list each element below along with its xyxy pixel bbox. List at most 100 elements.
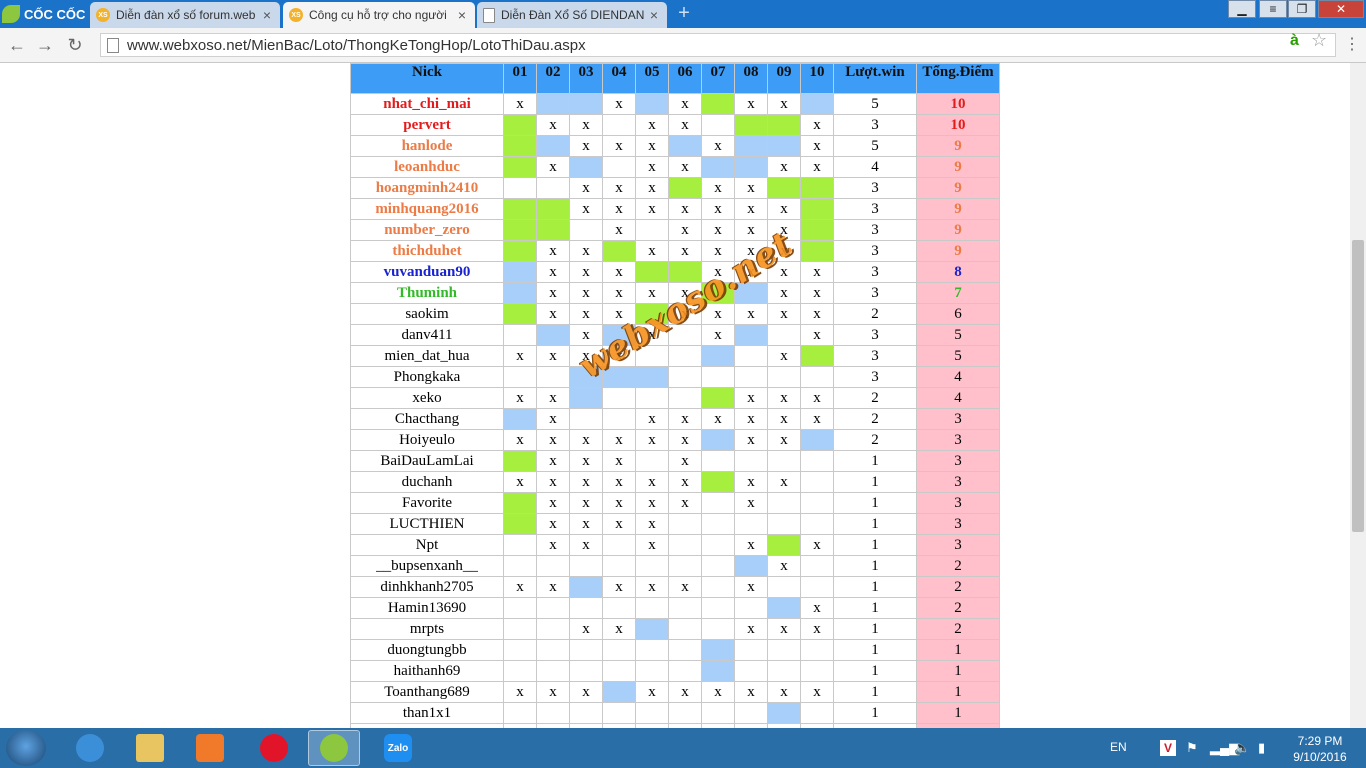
mark-cell: x [668,408,702,430]
mark-cell: x [602,198,636,220]
mark-cell: x [701,324,735,346]
hit-green-cell [734,114,768,136]
mark-cell [503,702,537,724]
mark-cell [701,450,735,472]
mark-cell: x [668,492,702,514]
extension-a-icon[interactable]: à [1290,32,1299,50]
hit-blue-cell [767,702,801,724]
coccoc-icon[interactable] [308,730,360,766]
close-icon[interactable]: × [455,7,469,23]
close-icon[interactable]: × [260,7,274,23]
close-icon[interactable]: × [647,7,661,23]
hit-green-cell [503,513,537,535]
settings-icon[interactable]: ≡ [1259,0,1287,18]
table-row: hoangminh2410 x x x x x 3 9 [350,177,1000,199]
table-row: nhat_chi_mai x x x x x 5 10 [350,93,1000,115]
media-icon[interactable] [184,730,236,766]
mark-cell [668,597,702,619]
url-field[interactable]: www.webxoso.net/MienBac/Loto/ThongKeTong… [100,33,1336,57]
mark-cell: x [668,156,702,178]
mark-cell: x [569,177,603,199]
mark-cell: x [734,681,768,703]
mark-cell: x [635,156,669,178]
hit-blue-cell [701,156,735,178]
zalo-icon[interactable]: Zalo [372,730,424,766]
window-close-icon[interactable]: ✕ [1318,0,1364,18]
mark-cell: x [800,303,834,325]
volume-icon[interactable]: 🔈 [1234,740,1250,756]
start-button[interactable] [6,730,46,766]
mark-cell [602,660,636,682]
ie-icon[interactable] [64,730,116,766]
mark-cell [734,660,768,682]
mark-cell: x [767,387,801,409]
hit-blue-cell [734,156,768,178]
back-icon[interactable]: ← [6,34,28,56]
clock[interactable]: 7:29 PM 9/10/2016 [1282,733,1358,765]
hit-green-cell [503,219,537,241]
mark-cell: x [701,240,735,262]
mark-cell: x [767,555,801,577]
nick-cell: minhquang2016 [350,198,504,220]
flag-icon[interactable]: ⚑ [1186,740,1198,756]
hit-green-cell [503,450,537,472]
mark-cell: x [635,429,669,451]
mark-cell: x [536,450,570,472]
mark-cell: x [668,198,702,220]
nick-cell: thichduhet [350,240,504,262]
mark-cell: x [767,471,801,493]
opera-icon[interactable] [248,730,300,766]
hit-green-cell [701,93,735,115]
minimize-icon[interactable]: ▁ [1228,0,1256,18]
column-header: 05 [635,63,669,94]
nick-cell: dinhkhanh2705 [350,576,504,598]
tab-title: Công cụ hỗ trợ cho người [309,8,447,22]
battery-icon[interactable]: ▮ [1258,740,1265,756]
menu-icon[interactable]: ⋮ [1344,34,1360,54]
mark-cell: x [602,261,636,283]
mark-cell [668,513,702,535]
mark-cell: x [701,198,735,220]
hit-green-cell [767,177,801,199]
nick-cell: leoanhduc [350,156,504,178]
nick-cell: pervert [350,114,504,136]
total-points-cell: 9 [916,198,1000,220]
mark-cell: x [536,429,570,451]
mark-cell [800,513,834,535]
scrollbar-thumb[interactable] [1352,240,1364,532]
explorer-icon[interactable] [124,730,176,766]
total-points-cell: 2 [916,618,1000,640]
mark-cell [734,450,768,472]
mark-cell: x [668,114,702,136]
new-tab-button[interactable]: + [674,3,694,24]
mark-cell [602,387,636,409]
mark-cell [767,639,801,661]
tab-2-active[interactable]: XS Công cụ hỗ trợ cho người × [283,2,475,28]
coccoc-logo[interactable]: CỐC CỐC [2,3,88,25]
table-row: mrpts x x x x x 1 2 [350,618,1000,640]
mark-cell: x [503,93,537,115]
forward-icon[interactable]: → [34,34,56,56]
mark-cell [668,366,702,388]
v-antivirus-icon[interactable]: V [1160,740,1176,756]
mark-cell [635,660,669,682]
mark-cell: x [569,135,603,157]
mark-cell: x [701,219,735,241]
win-count-cell: 1 [833,513,917,535]
restore-icon[interactable]: ❐ [1288,0,1316,18]
mark-cell: x [569,681,603,703]
language-indicator[interactable]: EN [1110,740,1127,754]
win-count-cell: 1 [833,702,917,724]
hit-green-cell [800,240,834,262]
mark-cell [800,450,834,472]
tab-3[interactable]: Diễn Đàn Xổ Số DIENDAN × [477,2,667,28]
mark-cell [635,387,669,409]
scrollbar[interactable] [1350,63,1366,728]
tab-1[interactable]: XS Diễn đàn xổ số forum.web × [90,2,280,28]
hit-blue-cell [569,576,603,598]
bookmark-star-icon[interactable]: ☆ [1311,30,1327,51]
mark-cell [668,639,702,661]
reload-icon[interactable]: ↻ [64,34,86,56]
total-points-cell: 5 [916,345,1000,367]
column-header: 09 [767,63,801,94]
